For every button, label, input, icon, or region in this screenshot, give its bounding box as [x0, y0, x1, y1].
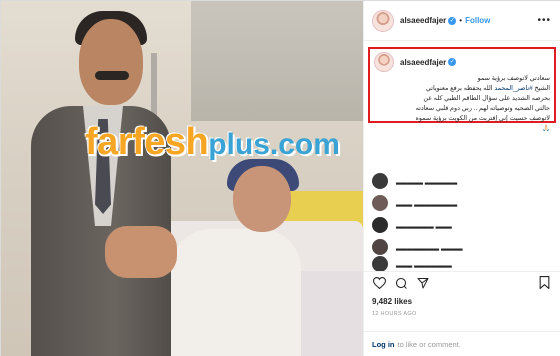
comment-row: ▂▂▂▂▂▂▂ ▂▂▂: [372, 256, 452, 272]
hashtag-link[interactable]: #ناصر_المحمد: [494, 85, 532, 92]
login-link[interactable]: Log in: [372, 340, 395, 349]
caption-text: سعادتي لاتوصف برؤية سمو الشيخ #ناصر_المح…: [374, 74, 550, 134]
verified-badge-icon: ✓: [448, 16, 457, 25]
caption-line: الشيخ #ناصر_المحمد الله يحفظه برفع معنوي…: [376, 84, 550, 94]
caption-line: 🙏🏻: [542, 125, 550, 132]
comment-row: ▂▂▂ ▂▂▂▂▂▂▂: [372, 217, 452, 233]
heart-icon[interactable]: [372, 276, 386, 290]
comment-text: ▂▂▂▂ ▂▂▂▂▂▂▂▂: [396, 244, 463, 251]
farfesh-watermark: farfeshplus.com: [85, 123, 340, 161]
photo-man-mustache: [95, 71, 129, 80]
caption-highlight: alsaeedfajer ✓ سعادتي لاتوصف برؤية سمو ا…: [368, 47, 556, 132]
caption-avatar[interactable]: [374, 52, 394, 72]
instagram-post-embed: farfeshplus.com alsaeedfajer ✓ • Follow …: [0, 0, 560, 356]
watermark-main: farfesh: [85, 121, 209, 163]
photo-window: [191, 1, 363, 121]
caption-line: سعادتي لاتوصف برؤية سمو: [477, 75, 550, 82]
comment-row: ▂▂▂▂ ▂▂▂▂▂▂▂▂: [372, 239, 463, 255]
caption-line-suffix: الله يحفظه برفع معنوياتي: [425, 85, 495, 92]
comment-text: ▂▂▂▂▂▂▂▂ ▂▂▂: [396, 200, 458, 207]
watermark-plus: plus: [208, 128, 270, 161]
caption-line-prefix: الشيخ: [532, 85, 551, 92]
post-header: alsaeedfajer ✓ • Follow •••: [364, 1, 560, 41]
likes-count[interactable]: 9,482 likes: [372, 297, 412, 306]
photo-woman-head: [233, 166, 291, 232]
watermark-dotcom: .com: [269, 128, 340, 161]
action-bar: [364, 271, 560, 293]
post-timestamp[interactable]: 12 HOURS AGO: [372, 311, 417, 317]
caption-line: لاتوصف حسيت إني إقتربت من الكويت برؤية س…: [415, 115, 550, 122]
follow-button[interactable]: Follow: [465, 16, 490, 25]
post-photo[interactable]: farfeshplus.com: [1, 1, 363, 356]
caption-username[interactable]: alsaeedfajer: [400, 58, 446, 67]
photo-hands: [105, 226, 177, 278]
comment-row: ▂▂▂▂▂▂ ▂▂▂▂▂: [372, 173, 457, 189]
post-side-panel: alsaeedfajer ✓ • Follow ••• alsaeedfajer…: [363, 1, 560, 356]
comment-avatar[interactable]: [372, 239, 388, 255]
more-options-icon[interactable]: •••: [537, 15, 551, 26]
comment-text: ▂▂▂ ▂▂▂▂▂▂▂: [396, 222, 452, 229]
comment-text: ▂▂▂▂▂▂▂ ▂▂▂: [396, 261, 452, 268]
verified-badge-icon: ✓: [448, 58, 457, 66]
header-separator: •: [459, 16, 463, 25]
comment-text: ▂▂▂▂▂▂ ▂▂▂▂▂: [396, 178, 458, 185]
avatar[interactable]: [372, 9, 394, 32]
comment-avatar[interactable]: [372, 256, 388, 272]
photo-woman-body: [171, 229, 301, 356]
comment-avatar[interactable]: [372, 173, 388, 189]
comment-row: ▂▂▂▂▂▂▂▂ ▂▂▂: [372, 195, 457, 211]
comment-avatar[interactable]: [372, 217, 388, 233]
caption-line: حالتي الصحيه وتوصياته لهم .. ربي دوم قلب…: [415, 105, 550, 112]
caption-header: alsaeedfajer ✓: [374, 52, 550, 72]
share-icon[interactable]: [416, 276, 430, 290]
bookmark-icon[interactable]: [539, 276, 551, 290]
comment-icon[interactable]: [394, 276, 408, 290]
login-prompt-text: to like or comment.: [397, 340, 461, 349]
header-username[interactable]: alsaeedfajer: [400, 16, 446, 25]
login-prompt: Log in to like or comment.: [364, 331, 560, 356]
comment-avatar[interactable]: [372, 195, 388, 211]
caption-line: بحرصه الشديد على سؤال الطاقم الطبي كله ع…: [423, 95, 550, 102]
photo-man-head: [79, 19, 143, 105]
